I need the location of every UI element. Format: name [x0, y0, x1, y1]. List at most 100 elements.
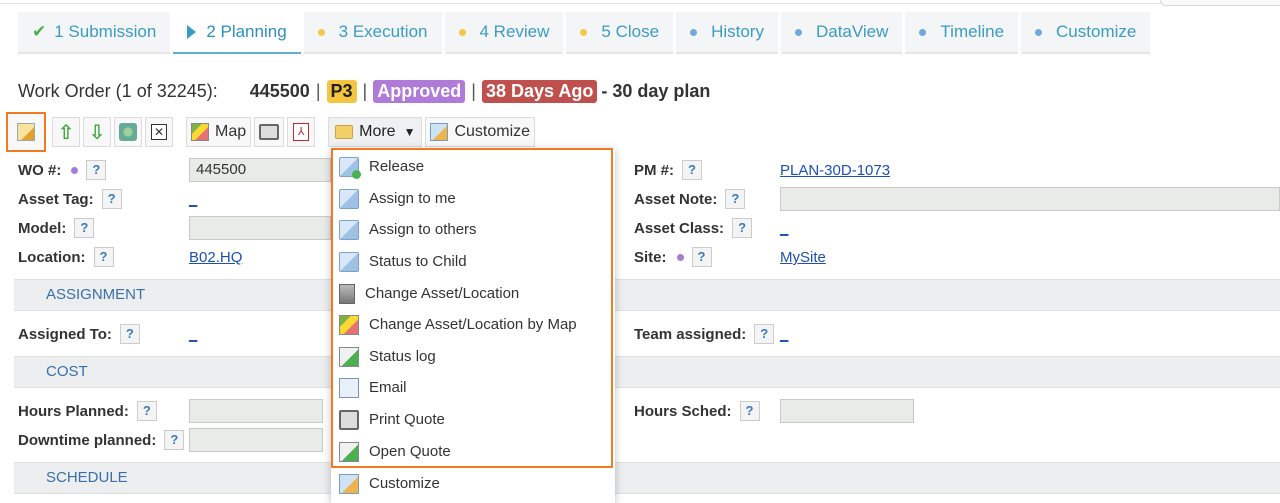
- play-icon: [187, 25, 197, 39]
- workflow-tabs: ✔ 1 Submission 2 Planning 3 Execution 4 …: [18, 12, 1153, 54]
- tab-planning[interactable]: 2 Planning: [173, 12, 301, 54]
- menu-item-label: Release: [369, 158, 425, 175]
- hours-planned-row: Hours Planned: ?: [18, 399, 157, 423]
- more-button-label: More: [359, 123, 396, 140]
- customize-icon: [339, 473, 359, 494]
- dot-icon: [919, 28, 927, 36]
- tab-history[interactable]: History: [676, 12, 778, 54]
- menu-item-print-quote[interactable]: Print Quote: [331, 404, 615, 435]
- help-icon[interactable]: ?: [119, 324, 140, 344]
- move-up-button[interactable]: ⇧: [52, 117, 80, 147]
- top-search-edge[interactable]: [1160, 0, 1280, 6]
- edit-button[interactable]: [6, 112, 46, 152]
- print-button[interactable]: [254, 117, 285, 147]
- menu-item-change-asset-location[interactable]: Change Asset/Location: [331, 278, 615, 309]
- section-schedule[interactable]: SCHEDULE: [14, 462, 1280, 494]
- map-button-label: Map: [215, 123, 247, 140]
- asset-tag-row: Asset Tag: ?: [18, 187, 122, 211]
- menu-item-release[interactable]: Release: [331, 151, 615, 182]
- menu-item-change-asset-location-by-map[interactable]: Change Asset/Location by Map: [331, 309, 615, 340]
- help-icon[interactable]: ?: [101, 189, 122, 209]
- tab-review[interactable]: 4 Review: [444, 12, 564, 54]
- refresh-button[interactable]: [114, 117, 142, 147]
- location-link[interactable]: B02.HQ: [189, 249, 242, 266]
- menu-item-label: Change Asset/Location: [365, 285, 520, 302]
- more-dropdown-menu: Release Assign to me Assign to others St…: [331, 148, 615, 503]
- menu-item-assign-to-me[interactable]: Assign to me: [331, 183, 615, 214]
- refresh-icon: [119, 123, 137, 141]
- top-bar: [0, 0, 1280, 4]
- model-field[interactable]: [189, 216, 331, 240]
- top-strip: [0, 0, 1280, 8]
- menu-item-status-to-child[interactable]: Status to Child: [331, 246, 615, 277]
- work-order-label: Work Order (1 of 32245):: [18, 80, 218, 101]
- hours-sched-label: Hours Sched:: [634, 402, 732, 420]
- menu-item-label: Assign to others: [369, 221, 477, 238]
- tab-timeline[interactable]: Timeline: [905, 12, 1019, 54]
- tab-label: 1 Submission: [54, 22, 157, 41]
- asset-tag-link[interactable]: _: [189, 191, 197, 208]
- map-button[interactable]: Map: [186, 117, 252, 147]
- tab-customize[interactable]: Customize: [1021, 12, 1151, 54]
- wo-field[interactable]: 445500: [189, 158, 331, 182]
- move-down-button[interactable]: ⇩: [83, 117, 111, 147]
- help-icon[interactable]: ?: [164, 430, 185, 450]
- downtime-row: Downtime planned: ?: [18, 428, 185, 452]
- menu-item-email[interactable]: Email: [331, 372, 615, 403]
- customize-button[interactable]: Customize: [425, 117, 536, 147]
- help-icon[interactable]: ?: [739, 401, 760, 421]
- arrow-down-icon: ⇩: [88, 121, 106, 144]
- printer-icon: [259, 124, 280, 140]
- tab-label: 3 Execution: [338, 22, 428, 41]
- help-icon[interactable]: ?: [74, 218, 95, 238]
- menu-item-label: Open Quote: [369, 443, 451, 460]
- menu-item-open-quote[interactable]: Open Quote: [331, 436, 615, 467]
- help-icon[interactable]: ?: [86, 160, 107, 180]
- hours-planned-field[interactable]: [189, 399, 323, 423]
- help-icon[interactable]: ?: [725, 189, 746, 209]
- pdf-icon: ⅄: [293, 123, 310, 141]
- help-icon[interactable]: ?: [754, 324, 775, 344]
- hours-sched-field[interactable]: [780, 399, 914, 423]
- tab-label: History: [711, 22, 764, 41]
- help-icon[interactable]: ?: [691, 247, 712, 267]
- menu-item-label: Customize: [369, 475, 440, 492]
- asset-note-row: Asset Note: ?: [634, 187, 746, 211]
- menu-item-status-log[interactable]: Status log: [331, 341, 615, 372]
- help-icon[interactable]: ?: [682, 160, 703, 180]
- more-button[interactable]: More ▼: [328, 117, 423, 147]
- assigned-to-link[interactable]: _: [189, 326, 197, 343]
- tab-execution[interactable]: 3 Execution: [303, 12, 442, 54]
- help-icon[interactable]: ?: [93, 247, 114, 267]
- age-badge: 38 Days Ago: [481, 79, 598, 103]
- tab-dataview[interactable]: DataView: [780, 12, 903, 54]
- required-dot: [71, 166, 79, 174]
- menu-item-customize[interactable]: Customize: [331, 468, 615, 499]
- email-icon: [339, 377, 359, 398]
- close-button[interactable]: ✕: [145, 117, 173, 147]
- section-assignment[interactable]: ASSIGNMENT: [14, 279, 1280, 311]
- downtime-field[interactable]: [189, 428, 323, 452]
- team-label: Team assigned:: [634, 325, 747, 343]
- tab-label: Timeline: [940, 22, 1005, 41]
- menu-item-assign-to-others[interactable]: Assign to others: [331, 214, 615, 245]
- tab-close[interactable]: 5 Close: [566, 12, 674, 54]
- tab-submission[interactable]: ✔ 1 Submission: [18, 12, 171, 54]
- tab-label: 4 Review: [479, 22, 550, 41]
- pdf-button[interactable]: ⅄: [287, 117, 316, 147]
- section-cost[interactable]: COST: [14, 356, 1280, 388]
- edit-icon: [17, 123, 35, 141]
- help-icon[interactable]: ?: [732, 218, 753, 238]
- dot-icon: [317, 28, 325, 36]
- help-icon[interactable]: ?: [136, 401, 157, 421]
- pm-link[interactable]: PLAN-30D-1073: [780, 162, 890, 179]
- caret-down-icon: ▼: [403, 125, 416, 139]
- assign-others-icon: [339, 219, 359, 240]
- map-icon: [339, 314, 359, 335]
- asset-note-field[interactable]: [780, 187, 1280, 211]
- site-link[interactable]: MySite: [780, 249, 826, 266]
- map-icon: [191, 123, 209, 141]
- asset-class-link[interactable]: _: [780, 220, 788, 237]
- team-link[interactable]: _: [780, 326, 788, 343]
- asset-tag-label: Asset Tag:: [18, 190, 94, 208]
